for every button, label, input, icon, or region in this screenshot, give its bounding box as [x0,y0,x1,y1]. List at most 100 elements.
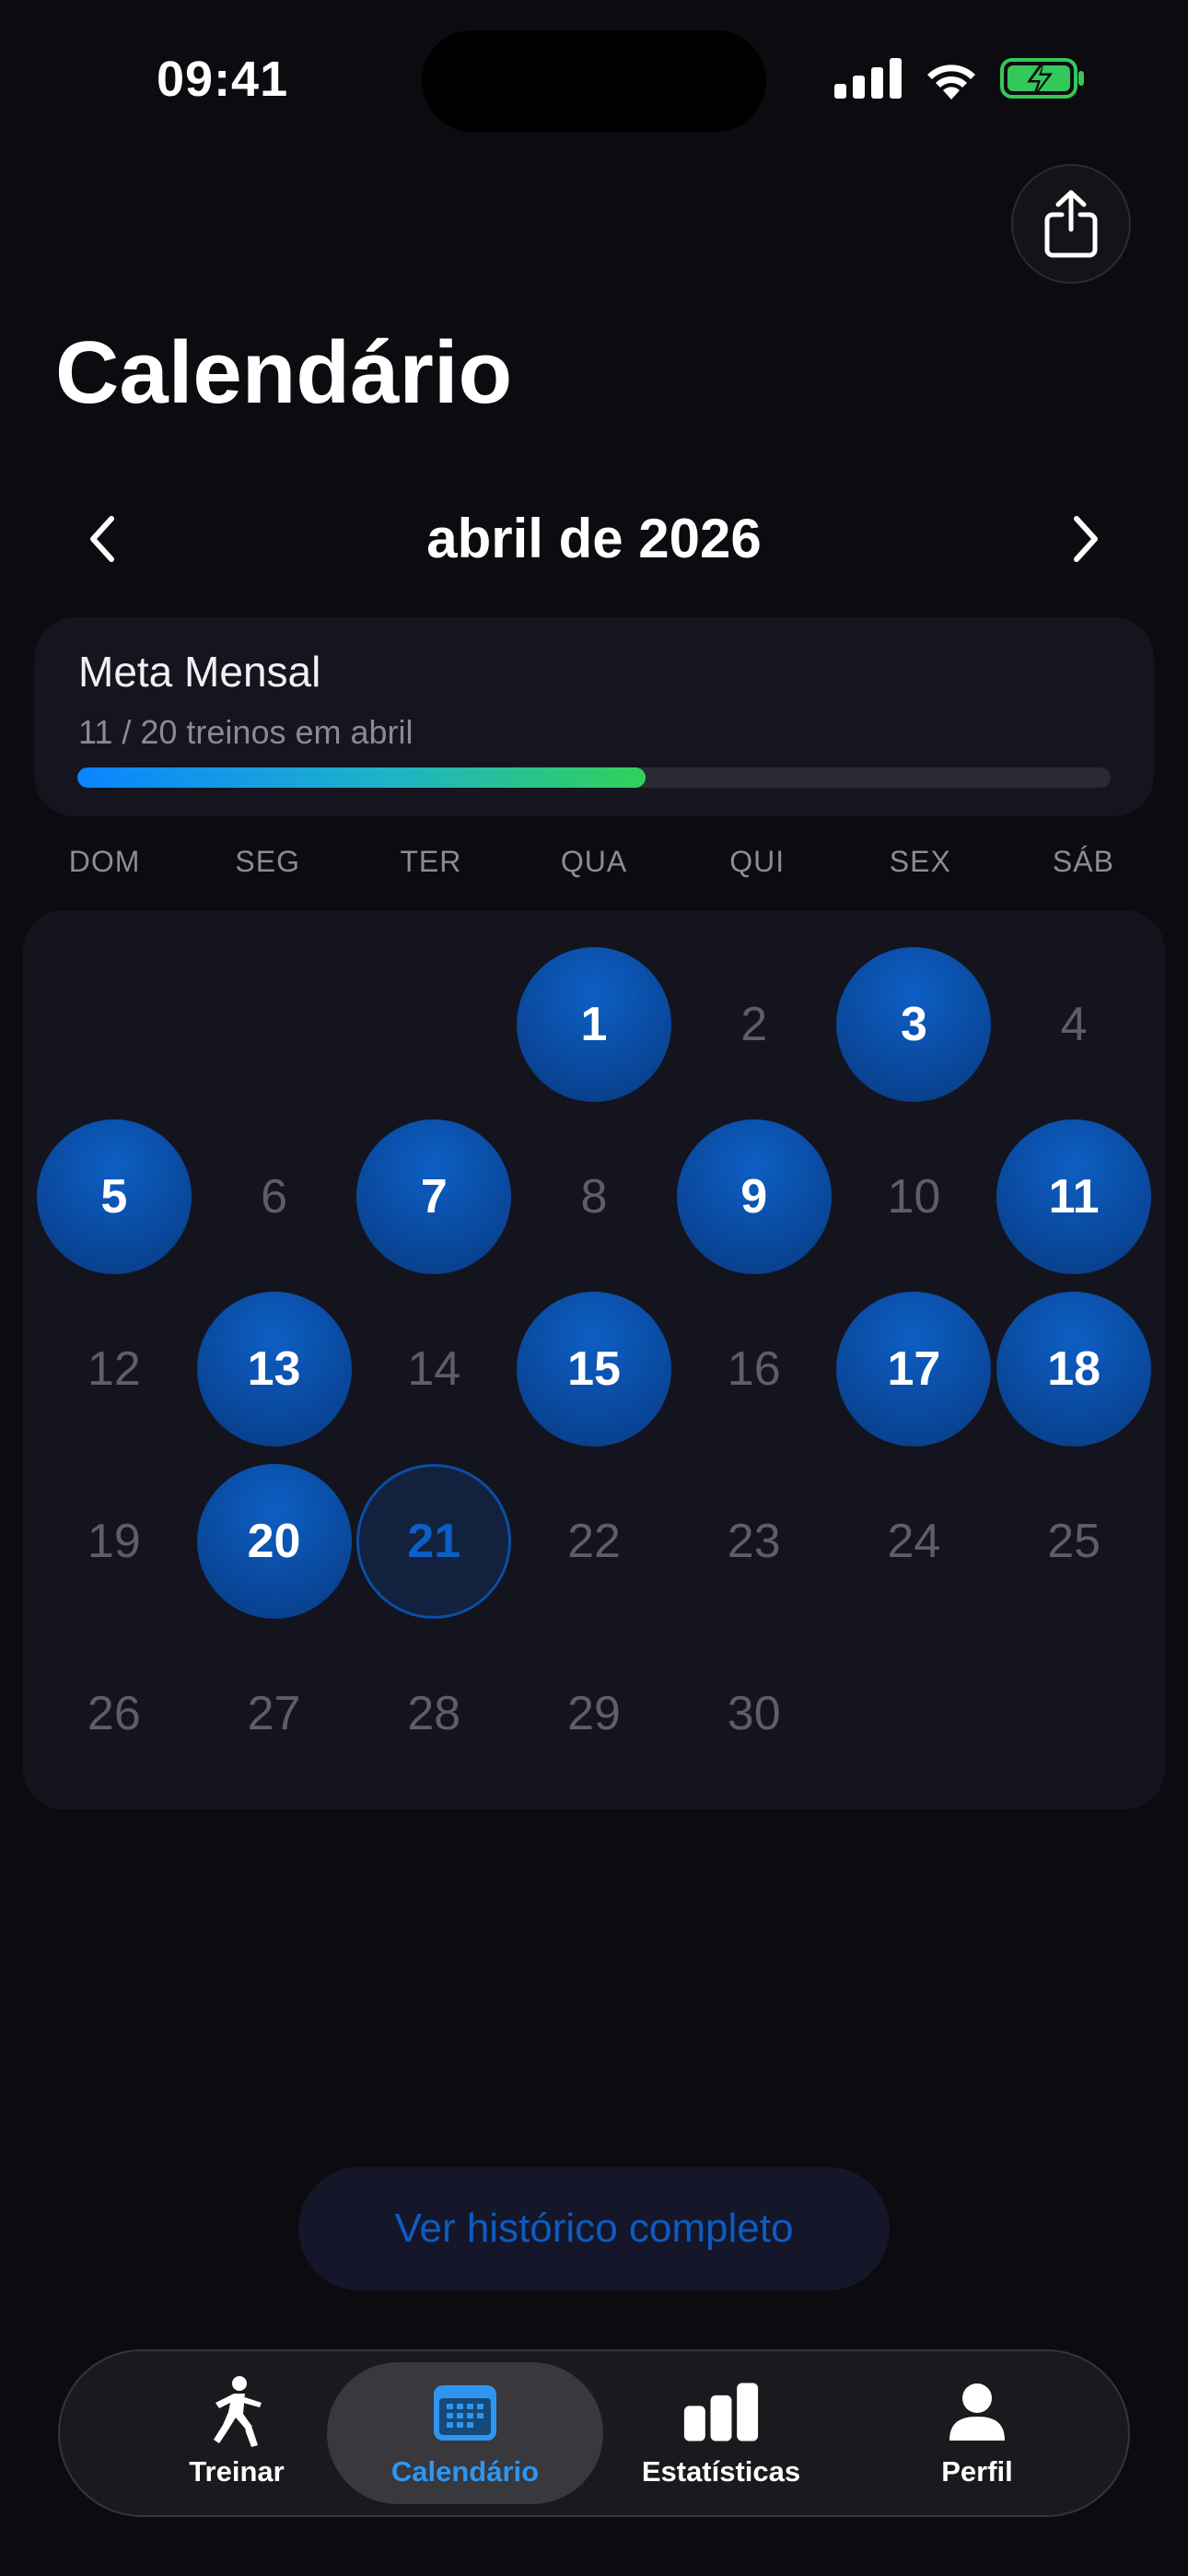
calendar-cell: 27 [194,1627,355,1799]
calendar-card: 1 2 3 4 5 6 7 8 9 10 11 12 13 14 15 16 17 18 19 20 21 22 23 24 2… [23,910,1165,1809]
calendar-cell [354,938,514,1110]
status-time: 09:41 [157,52,289,107]
tab-label: Estatísticas [641,2455,801,2488]
completed-day[interactable]: 9 [676,1118,832,1274]
calendar-cell: 23 [674,1455,834,1627]
tab-estatisticas[interactable]: Estatísticas [583,2362,859,2504]
calendar-cell: 7 [354,1110,514,1282]
calendar-cell: 1 [514,938,674,1110]
calendar-day[interactable]: 24 [836,1464,991,1619]
page-title: Calendário [55,323,513,422]
weekday-header: DOM SEG TER QUA QUI SEX SÁB [23,838,1165,884]
calendar-day[interactable]: 10 [836,1119,991,1274]
calendar-cell: 16 [674,1282,834,1455]
calendar-cell: 9 [674,1110,834,1282]
goal-title: Meta Mensal [78,648,321,696]
calendar-cell: 6 [194,1110,355,1282]
calendar-day[interactable]: 23 [677,1464,832,1619]
tab-calendario[interactable]: Calendário [327,2362,603,2504]
calendar-cell [34,938,194,1110]
calendar-day[interactable]: 22 [517,1464,671,1619]
calendar-cell: 13 [194,1282,355,1455]
calendar-cell: 22 [514,1455,674,1627]
calendar-cell: 28 [354,1627,514,1799]
chevron-right-icon [1074,516,1098,562]
calendar-cell [194,938,355,1110]
calendar-day[interactable]: 29 [517,1636,671,1791]
calendar-day[interactable]: 2 [677,947,832,1102]
completed-day[interactable]: 20 [196,1463,352,1619]
calendar-grid: 1 2 3 4 5 6 7 8 9 10 11 12 13 14 15 16 17 18 19 20 21 22 23 24 2… [34,938,1154,1799]
calendar-cell: 14 [354,1282,514,1455]
month-navigation: abril de 2026 [0,498,1188,580]
completed-day[interactable]: 3 [836,946,992,1102]
calendar-cell: 18 [994,1282,1154,1455]
bar-chart-icon [682,2378,760,2446]
calendar-day[interactable]: 30 [677,1636,832,1791]
monthly-goal-card: Meta Mensal 11 / 20 treinos em abril [34,617,1154,816]
weekday-label: DOM [68,845,141,878]
today-day[interactable]: 21 [356,1463,512,1619]
completed-day[interactable]: 15 [516,1291,671,1446]
calendar-cell: 2 [674,938,834,1110]
calendar-day[interactable]: 28 [356,1636,511,1791]
calendar-cell: 12 [34,1282,194,1455]
status-icons [834,57,1087,100]
completed-day[interactable]: 18 [996,1291,1152,1446]
completed-day[interactable]: 17 [836,1291,992,1446]
calendar-cell: 19 [34,1455,194,1627]
goal-progress-fill [77,767,646,788]
dynamic-island [422,30,766,132]
goal-progress-bar [77,767,1111,788]
calendar-day[interactable]: 16 [677,1292,832,1446]
calendar-cell: 24 [834,1455,995,1627]
completed-day[interactable]: 7 [356,1118,512,1274]
calendar-cell: 29 [514,1627,674,1799]
calendar-cell: 25 [994,1455,1154,1627]
calendar-day[interactable]: 25 [996,1464,1151,1619]
calendar-day[interactable]: 4 [996,947,1151,1102]
completed-day[interactable]: 13 [196,1291,352,1446]
goal-progress-text: 11 / 20 treinos em abril [78,713,413,751]
completed-day[interactable]: 11 [996,1118,1152,1274]
calendar-cell: 11 [994,1110,1154,1282]
tab-bar: Treinar Calendário Estatísticas Perfil [58,2349,1130,2517]
tab-label: Calendário [390,2455,540,2488]
calendar-day[interactable]: 12 [37,1292,192,1446]
calendar-day[interactable]: 14 [356,1292,511,1446]
calendar-day[interactable]: 6 [197,1119,352,1274]
calendar-cell: 26 [34,1627,194,1799]
weekday-label: SEX [889,845,951,878]
view-history-button[interactable]: Ver histórico completo [298,2167,890,2290]
cellular-signal-icon [834,58,902,99]
tab-label: Perfil [941,2455,1013,2488]
runner-icon [198,2376,275,2447]
calendar-day[interactable]: 27 [197,1636,352,1791]
calendar-icon [426,2378,504,2446]
calendar-cell: 3 [834,938,995,1110]
completed-day[interactable]: 5 [36,1118,192,1274]
calendar-cell: 4 [994,938,1154,1110]
calendar-cell: 8 [514,1110,674,1282]
weekday-label: SEG [235,845,300,878]
weekday-label: QUA [560,845,628,878]
battery-charging-icon [1000,58,1084,99]
tab-perfil[interactable]: Perfil [839,2362,1115,2504]
calendar-cell: 20 [194,1455,355,1627]
calendar-cell: 21 [354,1455,514,1627]
share-button[interactable] [1011,164,1131,284]
tab-label: Treinar [189,2455,285,2488]
calendar-day[interactable]: 19 [37,1464,192,1619]
weekday-label: TER [400,845,462,878]
status-bar: 09:41 [0,0,1188,157]
month-label: abril de 2026 [426,508,762,569]
calendar-cell: 30 [674,1627,834,1799]
next-month-button[interactable] [1054,507,1118,571]
calendar-day[interactable]: 8 [517,1119,671,1274]
calendar-cell: 15 [514,1282,674,1455]
calendar-day[interactable]: 26 [37,1636,192,1791]
completed-day[interactable]: 1 [516,946,671,1102]
weekday-label: QUI [729,845,786,878]
share-icon [1044,190,1098,258]
wifi-icon [927,64,975,100]
